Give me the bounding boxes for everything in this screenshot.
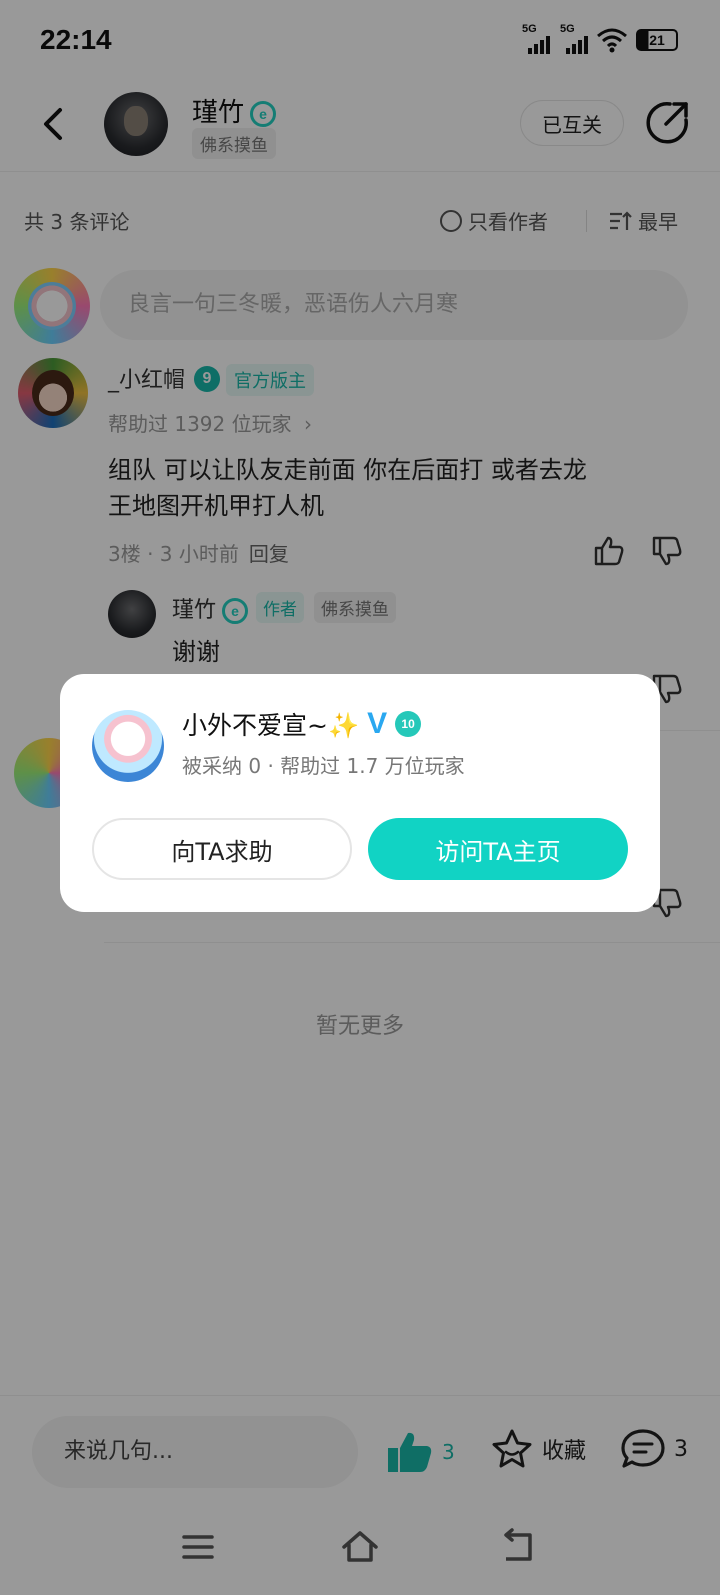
user-profile-popup: 小外不爱宣~✨ V 10 被采纳 0 · 帮助过 1.7 万位玩家 向TA求助 … [60,674,660,912]
level-10-icon: 10 [395,711,422,737]
popup-user-name-row: 小外不爱宣~✨ V 10 [182,706,422,742]
popup-user-stats: 被采纳 0 · 帮助过 1.7 万位玩家 [182,754,465,778]
popup-user-avatar[interactable] [92,710,164,782]
verified-v-icon: V [367,707,388,740]
ask-for-help-button[interactable]: 向TA求助 [92,818,352,880]
post-detail-page: 22:14 5G 5G 21 瑾竹 e 佛系摸鱼 已互关 共 3 条评论 只看作… [0,0,720,1595]
visit-profile-button[interactable]: 访问TA主页 [368,818,628,880]
popup-user-name: 小外不爱宣~✨ [182,711,360,740]
